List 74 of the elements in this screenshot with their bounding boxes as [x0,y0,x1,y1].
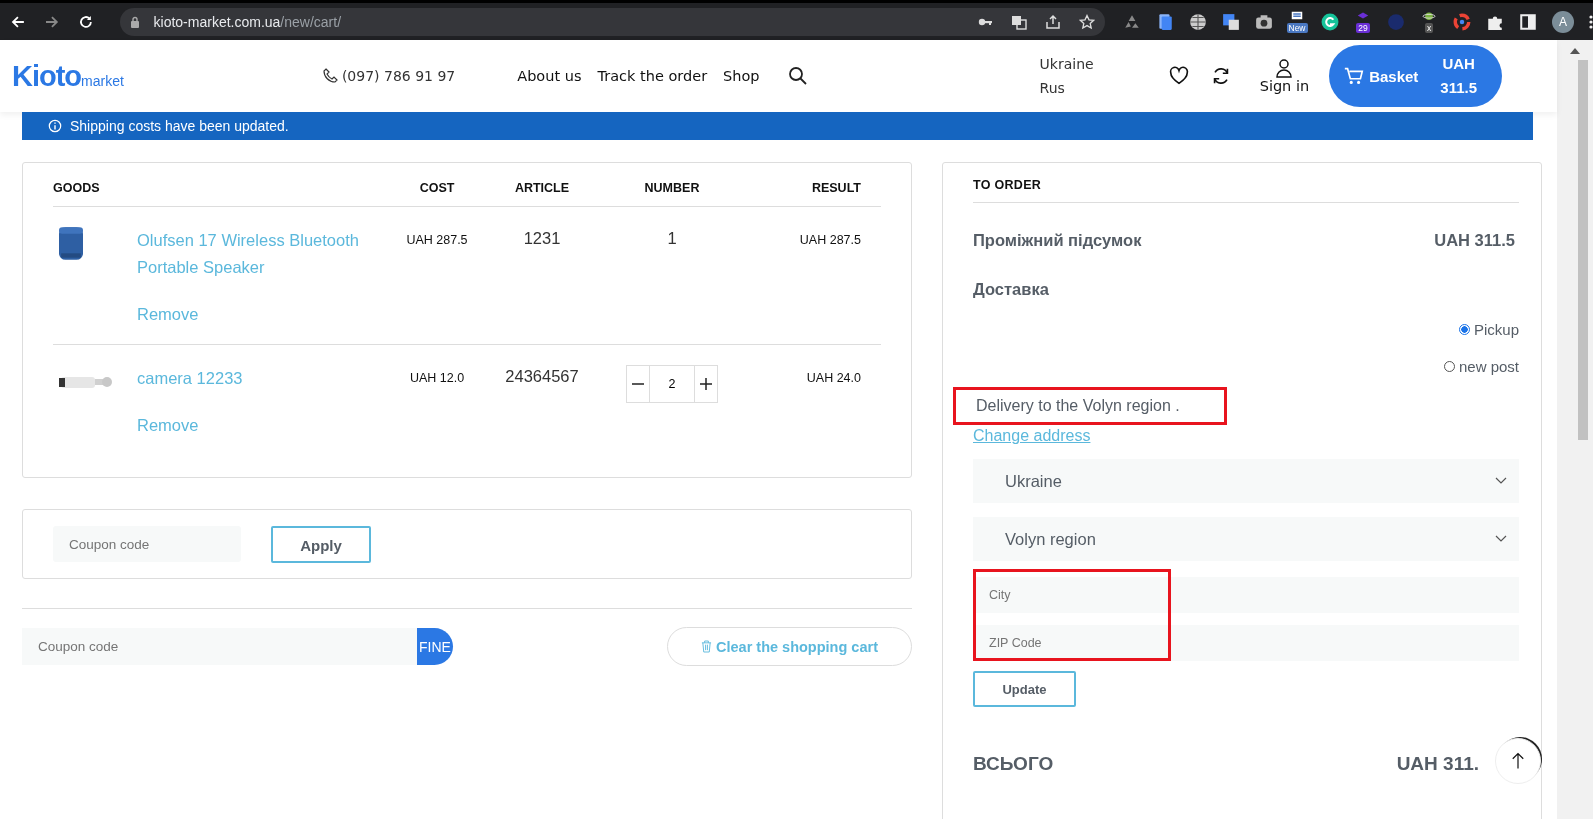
scroll-to-top-button[interactable] [1495,738,1541,784]
shipping-option[interactable]: new post [1443,358,1519,375]
sign-in-link[interactable]: Sign in [1259,58,1310,94]
planet-icon[interactable] [1422,10,1436,23]
phone-icon [321,68,338,84]
column-header: ARTICLE [513,181,571,195]
heart-icon[interactable] [1167,65,1190,87]
user-icon [1274,58,1295,78]
globe-icon[interactable] [1189,12,1207,31]
scrollbar[interactable] [1557,40,1593,819]
delivery-label: Доставка [973,280,1050,299]
column-header: COST [418,181,456,195]
extension-badge: x [1424,22,1434,33]
submit-button[interactable]: FINE [417,628,453,665]
nav-link[interactable]: Shop [723,68,760,84]
search-icon[interactable] [787,66,808,86]
camera-icon[interactable] [1255,12,1273,31]
column-header: NUMBER [643,181,701,195]
update-button[interactable]: Update [973,671,1076,707]
price-text: UAH 287.5 [405,232,469,247]
chevron-down-icon [1495,535,1507,543]
scroll-up-arrow-icon[interactable] [1570,48,1580,54]
column-header: GOODS [53,181,101,195]
star-icon[interactable] [1079,13,1095,30]
dropdown[interactable]: Ukraine [973,459,1519,503]
chevron-down-icon [1495,477,1507,485]
coupon-field[interactable]: Coupon code [22,628,417,665]
cart-icon [1343,65,1366,87]
language-link[interactable]: Ukraine [1039,56,1094,72]
side-panel-icon[interactable] [1519,12,1537,31]
total-label: ВСЬОГО [973,753,1054,775]
subtotal-value: UAH 311.5 [1434,231,1515,250]
address-bar[interactable]: kioto-market.com.ua/new/cart/ [119,7,1105,36]
shipping-option[interactable]: Pickup [1458,321,1519,338]
translate-icon[interactable] [1011,13,1027,30]
document-icon[interactable] [1156,12,1174,31]
article-number: 24364567 [504,366,580,386]
coupon-field[interactable]: Coupon code [53,526,241,562]
extension-badge: New [1286,22,1308,33]
total-value: UAH 311. [1396,753,1479,775]
nav-link[interactable]: Track the order [597,68,708,84]
subtotal-label: Проміжний підсумок [973,231,1142,250]
reload-icon[interactable] [77,13,94,30]
language-link[interactable]: Rus [1039,80,1094,96]
extension-badge: 29 [1356,22,1370,33]
ring-icon[interactable] [1453,12,1471,31]
text-field[interactable]: ZIP Code [973,625,1519,661]
column-header: RESULT [811,181,862,195]
plus-icon [699,377,713,391]
lock-icon [129,15,140,28]
trash-icon [701,640,712,653]
basket-button[interactable]: Basket UAH 311.5 [1329,45,1503,107]
article-number: 1231 [522,228,562,248]
site-logo[interactable]: Kiotomarket [12,59,124,93]
dropdown[interactable]: Volyn region [973,517,1519,561]
quantity-text: 1 [667,228,677,248]
more-menu-icon[interactable] [1589,13,1593,30]
forward-icon[interactable] [43,13,60,30]
price-text: UAH 12.0 [408,370,466,385]
translate-icon[interactable] [1222,12,1240,31]
apply-button[interactable]: Apply [271,525,371,563]
phone-number[interactable]: (097) 786 91 97 [341,68,456,84]
nav-link[interactable]: About us [517,68,582,84]
scrollbar-thumb[interactable] [1578,60,1588,440]
profile-avatar[interactable]: A [1552,10,1574,33]
total-text: UAH 24.0 [806,370,862,385]
info-icon [48,119,62,133]
delivery-note: Delivery to the Volyn region . [953,387,1227,425]
grammar-icon[interactable] [1321,12,1339,31]
share-icon[interactable] [1045,13,1061,30]
total-text: UAH 287.5 [799,232,862,247]
text-field[interactable]: City [973,577,1519,613]
summary-title: TO ORDER [973,178,1519,203]
notice-text: Shipping costs have been updated. [70,118,289,134]
